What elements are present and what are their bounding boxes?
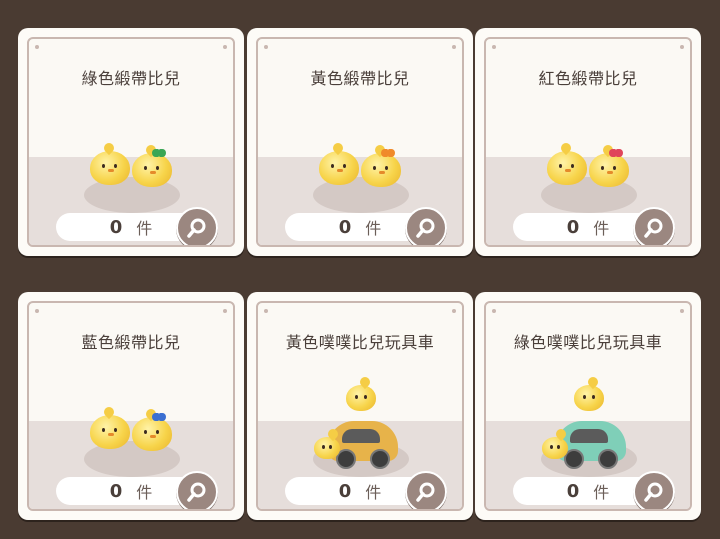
card-frame: 綠色噗噗比兒玩具車 0 件 (484, 301, 692, 511)
item-unit: 件 (593, 219, 610, 238)
item-count: 0 (109, 480, 123, 502)
item-card-blue-ribbon-chick[interactable]: 藍色緞帶比兒 0 件 (18, 292, 244, 520)
chick-with-bow (132, 149, 172, 187)
item-title: 藍色緞帶比兒 (81, 333, 181, 352)
magnifier-button[interactable] (176, 207, 218, 245)
chick-with-bow (589, 149, 629, 187)
item-card-red-ribbon-chick[interactable]: 紅色緞帶比兒 0 件 (475, 28, 701, 256)
item-title: 紅色緞帶比兒 (538, 69, 638, 88)
chick (542, 437, 568, 459)
item-count: 0 (338, 480, 352, 502)
chick-with-bow (132, 413, 172, 451)
chick (90, 151, 130, 185)
chick (314, 437, 340, 459)
magnifier-button[interactable] (405, 207, 447, 245)
bow-icon (609, 149, 623, 157)
item-title: 綠色噗噗比兒玩具車 (513, 333, 663, 352)
item-unit: 件 (365, 219, 382, 238)
item-title: 黃色緞帶比兒 (310, 69, 410, 88)
item-unit: 件 (593, 483, 610, 502)
item-card-yellow-ribbon-chick[interactable]: 黃色緞帶比兒 0 件 (247, 28, 473, 256)
item-card-yellow-toy-car[interactable]: 黃色噗噗比兒玩具車 0 件 (247, 292, 473, 520)
magnifier-icon (187, 218, 206, 238)
magnifier-icon (416, 482, 435, 502)
card-frame: 黃色緞帶比兒 0 件 (256, 37, 464, 247)
chick-on-car (346, 385, 376, 411)
item-count: 0 (566, 216, 580, 238)
item-unit: 件 (136, 219, 153, 238)
bow-icon (152, 149, 166, 157)
magnifier-button[interactable] (176, 471, 218, 509)
magnifier-button[interactable] (405, 471, 447, 509)
chick (547, 151, 587, 185)
card-frame: 黃色噗噗比兒玩具車 0 件 (256, 301, 464, 511)
item-unit: 件 (136, 483, 153, 502)
item-title: 黃色噗噗比兒玩具車 (285, 333, 435, 352)
item-count: 0 (109, 216, 123, 238)
card-frame: 紅色緞帶比兒 0 件 (484, 37, 692, 247)
item-count: 0 (566, 480, 580, 502)
item-count: 0 (338, 216, 352, 238)
bow-icon (381, 149, 395, 157)
card-frame: 藍色緞帶比兒 0 件 (27, 301, 235, 511)
magnifier-button[interactable] (633, 207, 675, 245)
item-title: 綠色緞帶比兒 (81, 69, 181, 88)
toy-car-image (556, 421, 626, 469)
item-card-green-toy-car[interactable]: 綠色噗噗比兒玩具車 0 件 (475, 292, 701, 520)
magnifier-icon (416, 218, 435, 238)
chick-on-car (574, 385, 604, 411)
chick (90, 415, 130, 449)
item-card-green-ribbon-chick[interactable]: 綠色緞帶比兒 0 件 (18, 28, 244, 256)
magnifier-icon (644, 218, 663, 238)
toy-car-image (328, 421, 398, 469)
chick (319, 151, 359, 185)
magnifier-icon (644, 482, 663, 502)
item-unit: 件 (365, 483, 382, 502)
item-grid: 綠色緞帶比兒 0 件 黃色緞帶比兒 0 件 紅色緞帶比兒 0 件 藍色緞帶比兒 … (0, 0, 720, 539)
card-frame: 綠色緞帶比兒 0 件 (27, 37, 235, 247)
chick-with-bow (361, 149, 401, 187)
magnifier-icon (187, 482, 206, 502)
bow-icon (152, 413, 166, 421)
magnifier-button[interactable] (633, 471, 675, 509)
